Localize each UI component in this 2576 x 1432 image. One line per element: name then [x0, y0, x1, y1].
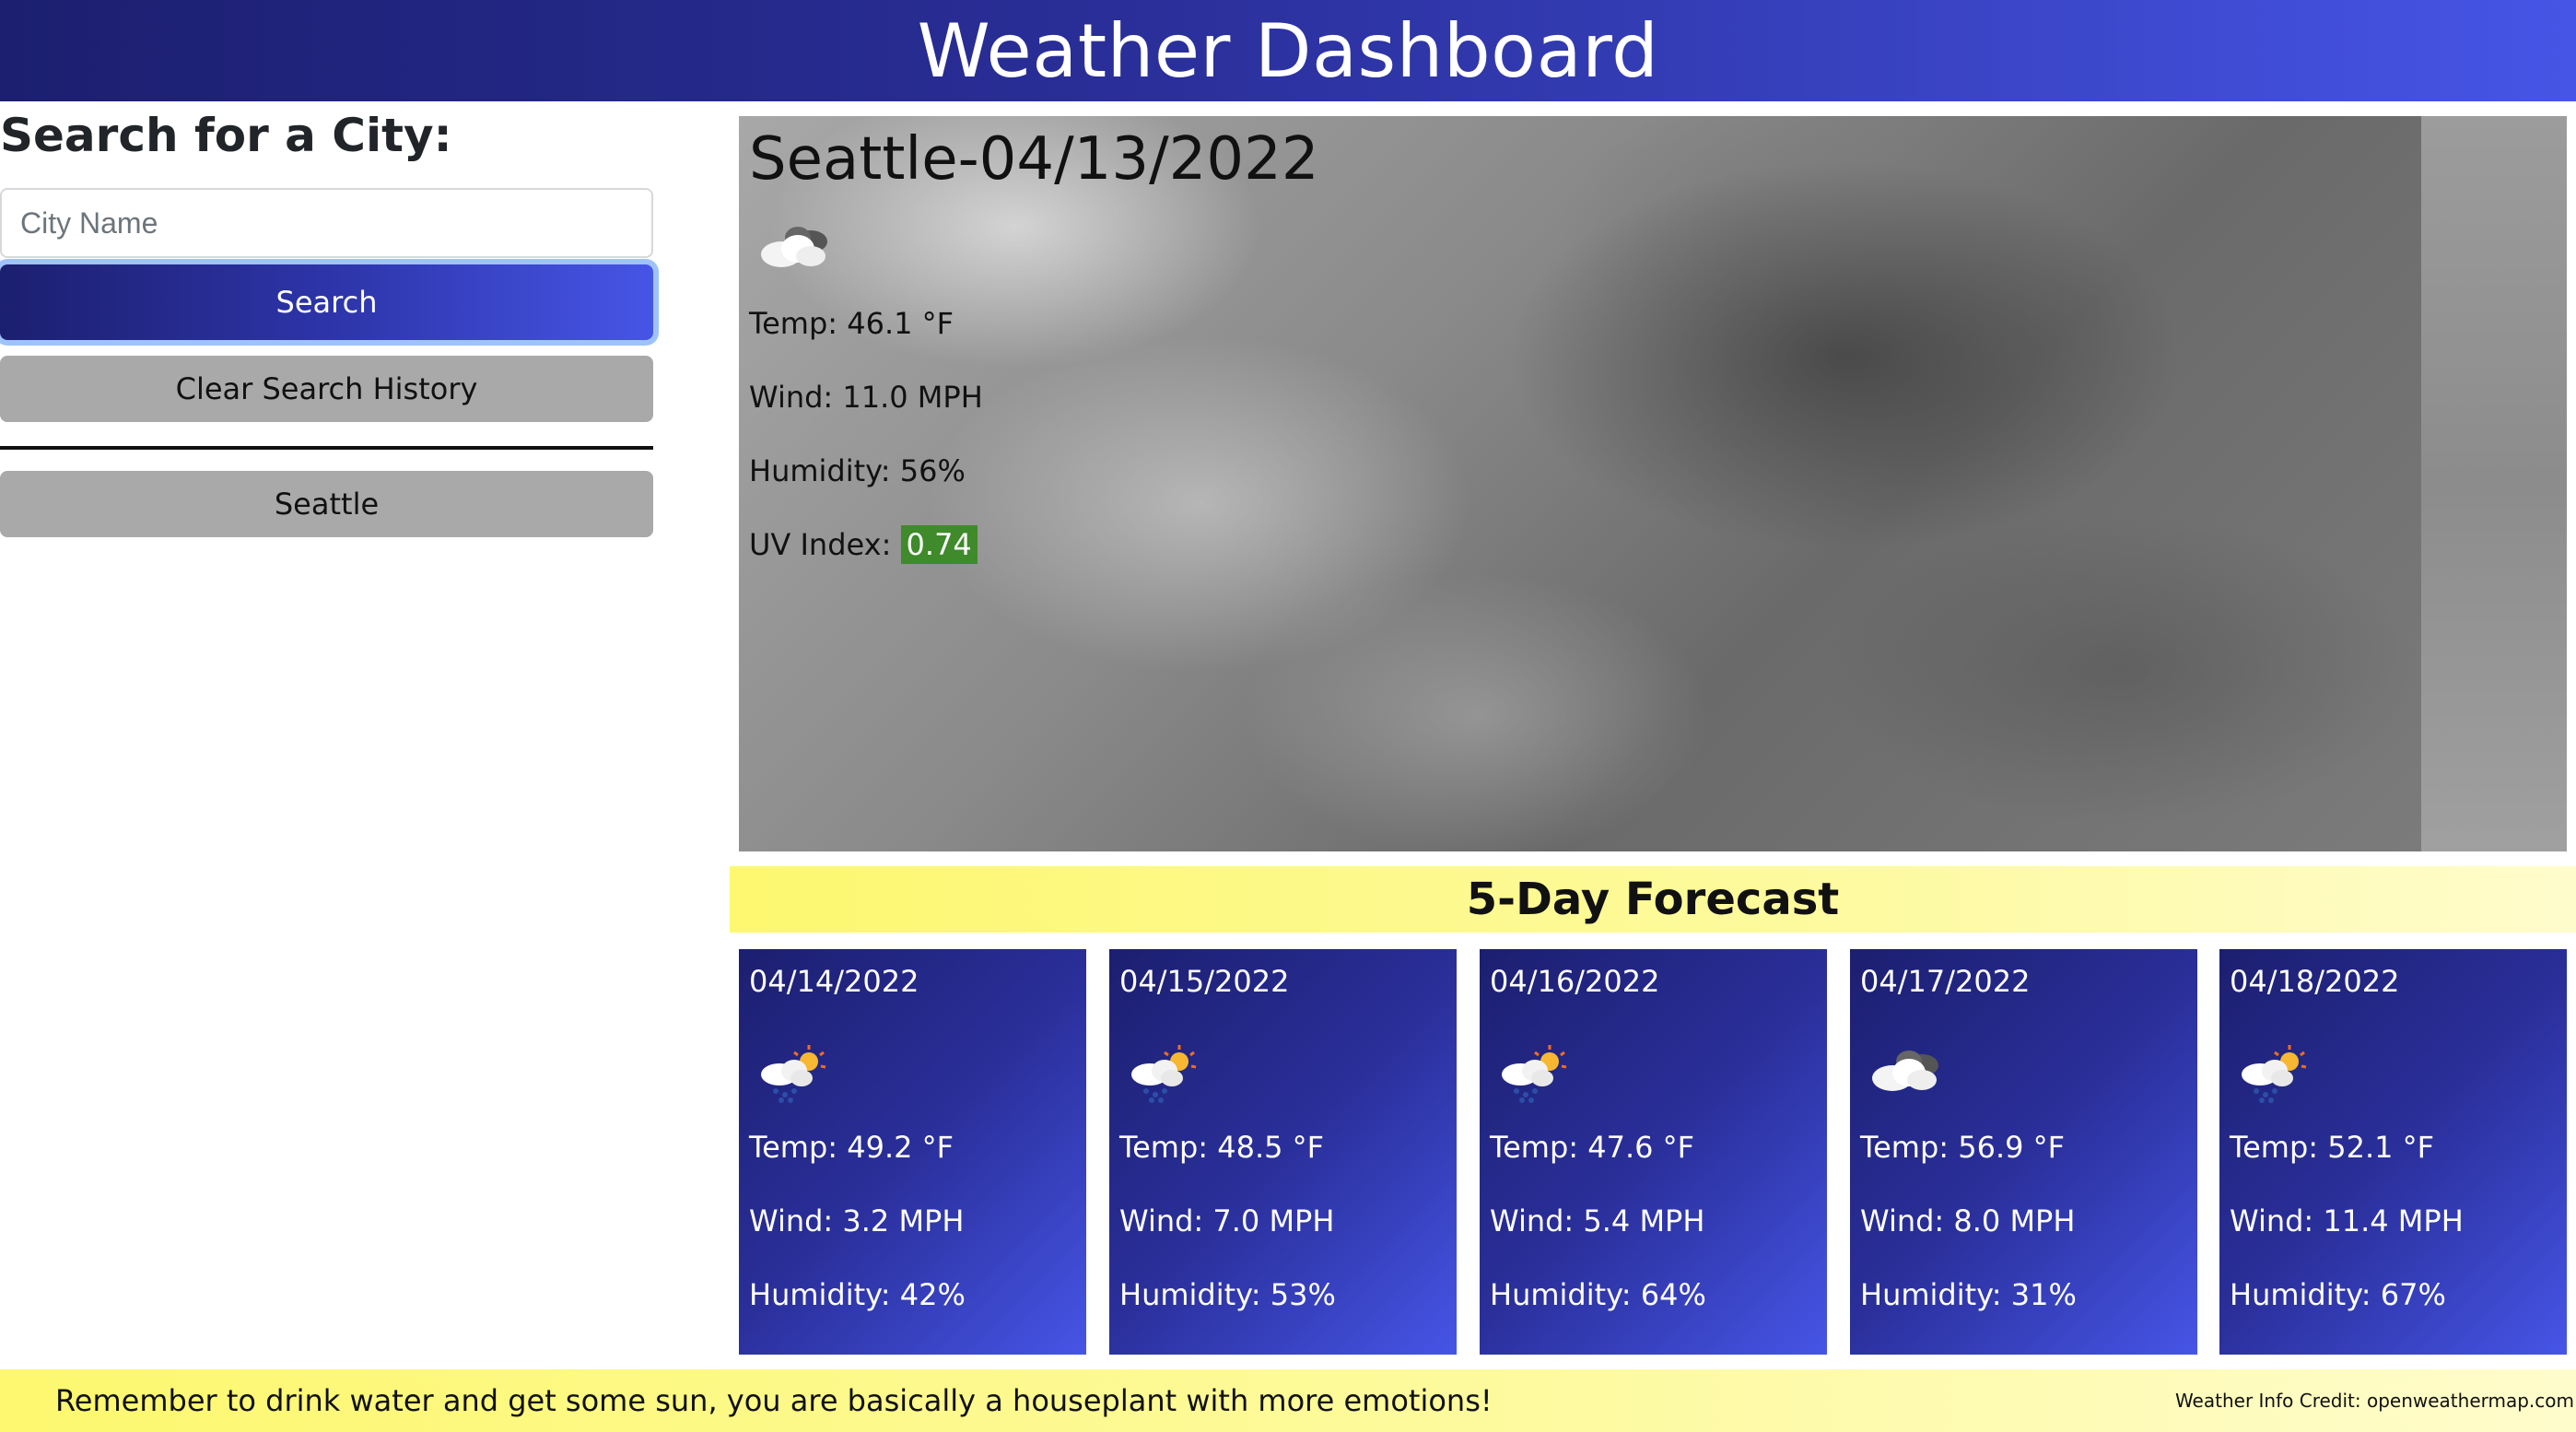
uv-badge: 0.74 [900, 525, 978, 564]
forecast-card: 04/15/2022 Temp: 48.5 °F Wind: 7.0 MPH H… [1109, 949, 1457, 1355]
clear-history-button[interactable]: Clear Search History [0, 356, 653, 422]
forecast-humidity: Humidity: 31% [1860, 1277, 2077, 1312]
forecast-wind: Wind: 8.0 MPH [1860, 1203, 2076, 1238]
current-temp: Temp: 46.1 °F [749, 306, 954, 341]
forecast-temp: Temp: 49.2 °F [749, 1130, 954, 1165]
forecast-temp: Temp: 48.5 °F [1119, 1130, 1325, 1165]
forecast-temp: Temp: 56.9 °F [1860, 1130, 2066, 1165]
forecast-date: 04/17/2022 [1860, 964, 2031, 999]
forecast-temp: Temp: 52.1 °F [2230, 1130, 2435, 1165]
forecast-humidity: Humidity: 42% [749, 1277, 966, 1312]
background-image-edge [2421, 116, 2567, 851]
page-title: Weather Dashboard [917, 7, 1659, 94]
cloudy-icon [754, 217, 837, 282]
forecast-date: 04/16/2022 [1490, 964, 1660, 999]
rain-sun-icon [754, 1041, 837, 1106]
current-uv-index: UV Index: 0.74 [749, 525, 978, 564]
forecast-wind: Wind: 11.4 MPH [2230, 1203, 2464, 1238]
forecast-wind: Wind: 3.2 MPH [749, 1203, 965, 1238]
forecast-humidity: Humidity: 67% [2230, 1277, 2446, 1312]
forecast-card: 04/17/2022 Temp: 56.9 °F Wind: 8.0 MPH H… [1850, 949, 2197, 1355]
forecast-title: 5-Day Forecast [1466, 874, 1840, 925]
search-button[interactable]: Search [0, 264, 653, 340]
forecast-temp: Temp: 47.6 °F [1490, 1130, 1695, 1165]
current-humidity: Humidity: 56% [749, 453, 966, 488]
rain-sun-icon [1494, 1041, 1577, 1106]
cloudy-icon [1865, 1041, 1948, 1106]
forecast-date: 04/15/2022 [1119, 964, 1290, 999]
forecast-card: 04/14/2022 Temp: 49.2 °F Wind: 3.2 MPH H… [739, 949, 1086, 1355]
footer: Remember to drink water and get some sun… [0, 1369, 2576, 1432]
forecast-card: 04/18/2022 Temp: 52.1 °F Wind: 11.4 MPH … [2219, 949, 2567, 1355]
forecast-date: 04/18/2022 [2230, 964, 2400, 999]
forecast-wind: Wind: 7.0 MPH [1119, 1203, 1335, 1238]
forecast-header: 5-Day Forecast [730, 866, 2576, 933]
forecast-card: 04/16/2022 Temp: 47.6 °F Wind: 5.4 MPH H… [1480, 949, 1827, 1355]
forecast-wind: Wind: 5.4 MPH [1490, 1203, 1705, 1238]
current-wind: Wind: 11.0 MPH [749, 380, 983, 415]
forecast-humidity: Humidity: 64% [1490, 1277, 1706, 1312]
current-weather-panel: Seattle-04/13/2022 Temp: 46.1 °F Wind: 1… [739, 116, 2567, 851]
search-heading: Search for a City: [0, 109, 452, 162]
uv-label: UV Index: [749, 527, 901, 562]
footer-credit: Weather Info Credit: openweathermap.com [2174, 1390, 2574, 1412]
rain-sun-icon [2234, 1041, 2317, 1106]
divider [0, 446, 653, 450]
forecast-date: 04/14/2022 [749, 964, 919, 999]
history-item-seattle[interactable]: Seattle [0, 471, 653, 537]
current-city-date: Seattle-04/13/2022 [749, 125, 1319, 194]
forecast-humidity: Humidity: 53% [1119, 1277, 1336, 1312]
city-search-input[interactable] [0, 188, 653, 258]
footer-message: Remember to drink water and get some sun… [55, 1383, 1493, 1418]
rain-sun-icon [1124, 1041, 1207, 1106]
app-header: Weather Dashboard [0, 0, 2576, 101]
